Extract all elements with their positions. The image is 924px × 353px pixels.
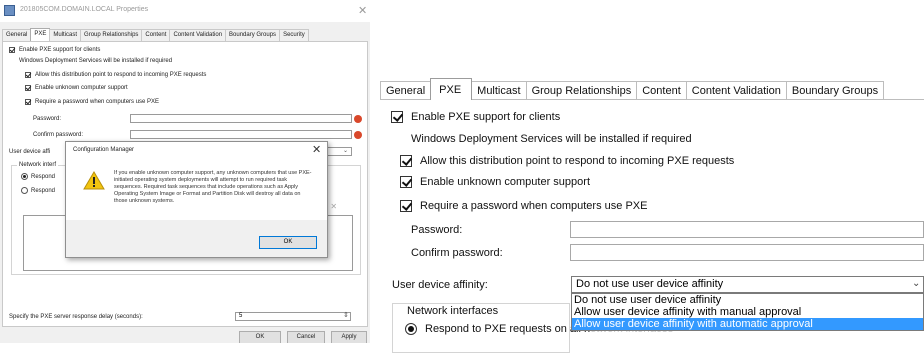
tab-strip: General PXE Multicast Group Relationship… [380, 78, 885, 101]
small-enable-pxe-label: Enable PXE support for clients [19, 47, 101, 53]
small-confirm-label: Confirm password: [33, 132, 84, 138]
require-password-checkbox[interactable] [400, 200, 412, 212]
network-interfaces-label: Network interfaces [404, 305, 502, 317]
respond-all-interfaces-label: Respond to PXE requests on all n [425, 323, 591, 335]
unknown-computer-checkbox[interactable] [400, 176, 412, 188]
small-tab-general[interactable]: General [2, 29, 32, 41]
small-allow-respond-row[interactable]: Allow this distribution point to respond… [25, 72, 206, 78]
affinity-option[interactable]: Allow user device affinity with manual a… [572, 306, 923, 318]
small-require-pwd-row[interactable]: Require a password when computers use PX… [25, 99, 159, 105]
small-tab-strip: General PXE Multicast Group Relationship… [2, 28, 309, 41]
chevron-down-icon[interactable]: ⌄ [912, 278, 920, 289]
tab-content[interactable]: Content [636, 81, 687, 100]
small-window-title: 201805COM.DOMAIN.LOCAL Properties [20, 6, 149, 13]
warning-icon [83, 171, 105, 190]
chevron-down-icon[interactable]: ⌄ [343, 147, 348, 154]
confirm-password-label: Confirm password: [411, 247, 503, 259]
affinity-option[interactable]: Do not use user device affinity [572, 294, 923, 306]
enable-pxe-label: Enable PXE support for clients [411, 111, 561, 123]
small-delay-label: Specify the PXE server response delay (s… [9, 314, 143, 320]
small-password-label: Password: [33, 116, 62, 122]
small-require-pwd-label: Require a password when computers use PX… [35, 99, 160, 105]
wds-note: Windows Deployment Services will be inst… [411, 133, 692, 145]
app-icon [4, 5, 15, 16]
small-tab-content-validation[interactable]: Content Validation [169, 29, 227, 41]
small-respond2-label: Respond [31, 187, 56, 194]
dialog-body: If you enable unknown computer support, … [66, 158, 327, 220]
small-tab-pxe[interactable]: PXE [30, 28, 51, 41]
tab-pxe[interactable]: PXE [430, 78, 473, 100]
small-confirm-field[interactable] [130, 130, 352, 139]
small-unknown-checkbox[interactable] [25, 85, 31, 91]
unknown-computer-row[interactable]: Enable unknown computer support [400, 176, 590, 188]
unknown-computer-label: Enable unknown computer support [420, 176, 590, 188]
tab-content-validation[interactable]: Content Validation [685, 81, 787, 100]
small-respond-row[interactable]: Respond [21, 173, 55, 180]
tab-boundary-groups[interactable]: Boundary Groups [785, 81, 885, 100]
large-pxe-view: General PXE Multicast Group Relationship… [380, 0, 924, 353]
dialog-title-bar: Configuration Manager ✕ [66, 142, 327, 158]
small-enable-pxe-row[interactable]: Enable PXE support for clients [9, 47, 100, 53]
close-icon[interactable]: ✕ [358, 4, 367, 17]
small-tab-boundary-groups[interactable]: Boundary Groups [225, 29, 281, 41]
small-properties-window: 201805COM.DOMAIN.LOCAL Properties ✕ Gene… [0, 0, 370, 343]
enable-pxe-row[interactable]: Enable PXE support for clients [391, 111, 560, 123]
small-password-field[interactable] [130, 114, 352, 123]
small-unknown-row[interactable]: Enable unknown computer support [25, 85, 128, 91]
user-device-affinity-label: User device affinity: [392, 279, 488, 291]
small-tab-content[interactable]: Content [141, 29, 171, 41]
allow-respond-row[interactable]: Allow this distribution point to respond… [400, 155, 734, 167]
small-allow-respond-label: Allow this distribution point to respond… [35, 72, 207, 78]
delete-icon[interactable]: ✕ [330, 202, 337, 211]
affinity-dropdown-list: Do not use user device affinity Allow us… [571, 293, 924, 331]
spinner-arrows-icon[interactable]: ⇕ [343, 311, 349, 319]
respond-all-interfaces-radio[interactable] [405, 323, 417, 335]
small-tab-security[interactable]: Security [279, 29, 309, 41]
small-respond2-radio[interactable] [21, 187, 28, 194]
tab-multicast[interactable]: Multicast [471, 81, 527, 100]
small-cancel-button[interactable]: Cancel [287, 331, 325, 343]
close-icon[interactable]: ✕ [312, 143, 321, 156]
small-affinity-label: User device affi [9, 149, 51, 155]
configuration-manager-dialog: Configuration Manager ✕ If you enable un… [65, 141, 328, 258]
password-label: Password: [411, 224, 463, 236]
error-icon [354, 115, 362, 123]
small-respond2-row[interactable]: Respond [21, 187, 55, 194]
small-respond-label: Respond [31, 173, 56, 180]
small-unknown-label: Enable unknown computer support [35, 85, 128, 91]
small-allow-respond-checkbox[interactable] [25, 72, 31, 78]
small-wds-note: Windows Deployment Services will be inst… [19, 58, 173, 64]
require-password-label: Require a password when computers use PX… [420, 200, 648, 212]
confirm-password-field[interactable] [570, 244, 924, 261]
small-respond-radio[interactable] [21, 173, 28, 180]
enable-pxe-checkbox[interactable] [391, 111, 403, 123]
small-delay-spinner[interactable]: 5 [235, 312, 351, 321]
small-apply-button[interactable]: Apply [331, 331, 367, 343]
password-field[interactable] [570, 221, 924, 238]
small-network-label: Network interf [17, 162, 59, 168]
affinity-option-selected[interactable]: Allow user device affinity with automati… [572, 318, 923, 330]
dialog-title: Configuration Manager [73, 147, 135, 153]
small-tab-multicast[interactable]: Multicast [49, 29, 82, 41]
small-require-pwd-checkbox[interactable] [25, 99, 31, 105]
dialog-message: If you enable unknown computer support, … [114, 170, 312, 204]
tab-group-relationships[interactable]: Group Relationships [525, 81, 638, 100]
allow-respond-label: Allow this distribution point to respond… [420, 155, 735, 167]
tab-general[interactable]: General [380, 81, 432, 100]
allow-respond-checkbox[interactable] [400, 155, 412, 167]
small-tab-group-relationships[interactable]: Group Relationships [80, 29, 143, 41]
user-device-affinity-select[interactable]: Do not use user device affinity [571, 276, 924, 293]
require-password-row[interactable]: Require a password when computers use PX… [400, 200, 647, 212]
dialog-ok-button[interactable]: OK [259, 236, 317, 249]
small-title-bar: 201805COM.DOMAIN.LOCAL Properties ✕ [0, 0, 370, 22]
small-enable-pxe-checkbox[interactable] [9, 47, 15, 53]
small-ok-button[interactable]: OK [239, 331, 281, 343]
error-icon [354, 131, 362, 139]
